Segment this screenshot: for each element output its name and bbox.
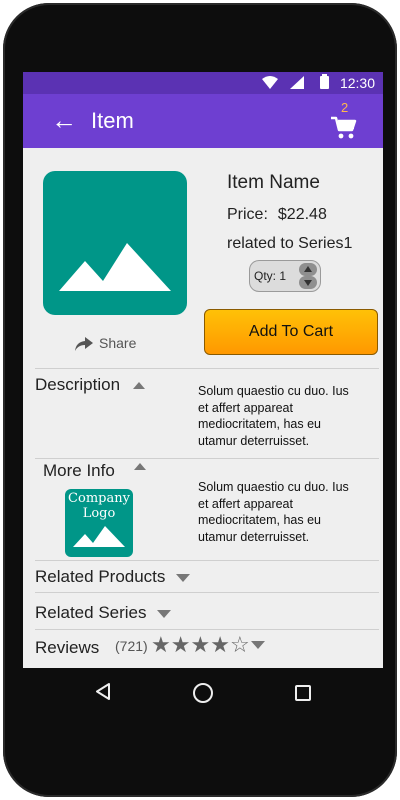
quantity-decrease-button[interactable]	[299, 276, 317, 289]
related-products-toggle[interactable]: Related Products	[35, 567, 191, 587]
device-frame: 12:30 ← Item 2 Share Item Name Price: $2…	[3, 3, 397, 797]
description-text: Solum quaestio cu duo. Ius et affert app…	[198, 384, 349, 448]
price-row: Price: $22.48	[227, 206, 327, 224]
more-info-title: More Info	[43, 461, 115, 480]
share-button[interactable]: Share	[75, 335, 137, 352]
star-rating-stars: ★★★★☆	[151, 632, 250, 657]
divider	[35, 592, 379, 593]
divider	[35, 560, 379, 561]
quantity-increase-button[interactable]	[299, 263, 317, 276]
arrow-left-icon[interactable]: ←	[51, 106, 79, 134]
description-title: Description	[35, 375, 121, 394]
related-products-title: Related Products	[35, 567, 166, 586]
related-series-link[interactable]: related to Series1	[227, 235, 352, 253]
reviews-title[interactable]: Reviews	[35, 638, 99, 658]
shopping-cart-icon[interactable]	[331, 116, 357, 140]
share-label: Share	[99, 335, 137, 351]
image-placeholder-icon	[73, 526, 125, 547]
add-to-cart-button[interactable]: Add To Cart	[204, 309, 378, 355]
related-series-toggle[interactable]: Related Series	[35, 603, 172, 623]
company-logo: Company Logo	[65, 489, 133, 557]
related-series-title: Related Series	[35, 603, 147, 622]
back-triangle-icon[interactable]	[95, 683, 111, 700]
wifi-icon	[262, 76, 278, 89]
expand-caret-icon	[250, 641, 265, 649]
reviews-count: (721)	[115, 638, 148, 654]
page-title: Item	[91, 108, 134, 133]
share-arrow-icon	[75, 337, 93, 352]
image-placeholder-icon	[59, 243, 171, 291]
quantity-stepper[interactable]: Qty: 1	[249, 260, 321, 292]
company-logo-text: Company Logo	[68, 491, 130, 521]
divider	[35, 368, 379, 369]
collapse-caret-icon	[132, 382, 145, 390]
more-info-toggle[interactable]: More Info	[43, 461, 146, 481]
description-toggle[interactable]: Description	[35, 375, 145, 395]
recents-square-icon[interactable]	[295, 685, 311, 701]
star-filled-icon: ★	[190, 632, 211, 657]
star-filled-icon: ★	[151, 632, 171, 657]
price-label: Price:	[227, 206, 268, 223]
star-rating[interactable]: ★★★★☆	[151, 632, 265, 658]
cart-count-badge: 2	[341, 100, 349, 115]
home-circle-icon[interactable]	[193, 683, 213, 703]
screen: 12:30 ← Item 2 Share Item Name Price: $2…	[23, 72, 383, 668]
battery-icon	[320, 74, 329, 89]
expand-caret-icon	[157, 609, 172, 618]
status-bar: 12:30	[23, 72, 383, 94]
item-name: Item Name	[227, 172, 320, 193]
divider	[35, 458, 379, 459]
quantity-value: Qty: 1	[254, 269, 287, 283]
status-time: 12:30	[339, 75, 375, 91]
more-info-text: Solum quaestio cu duo. Ius et affert app…	[198, 480, 349, 544]
divider	[35, 629, 379, 630]
product-image[interactable]	[43, 171, 187, 315]
expand-caret-icon	[176, 573, 191, 582]
star-filled-icon: ★	[210, 632, 230, 657]
signal-icon	[290, 76, 304, 89]
star-filled-icon: ★	[170, 632, 191, 657]
app-bar: ← Item 2	[23, 94, 383, 148]
price-value: $22.48	[277, 206, 327, 223]
star-empty-icon: ☆	[229, 632, 250, 657]
collapse-caret-icon	[133, 463, 146, 470]
